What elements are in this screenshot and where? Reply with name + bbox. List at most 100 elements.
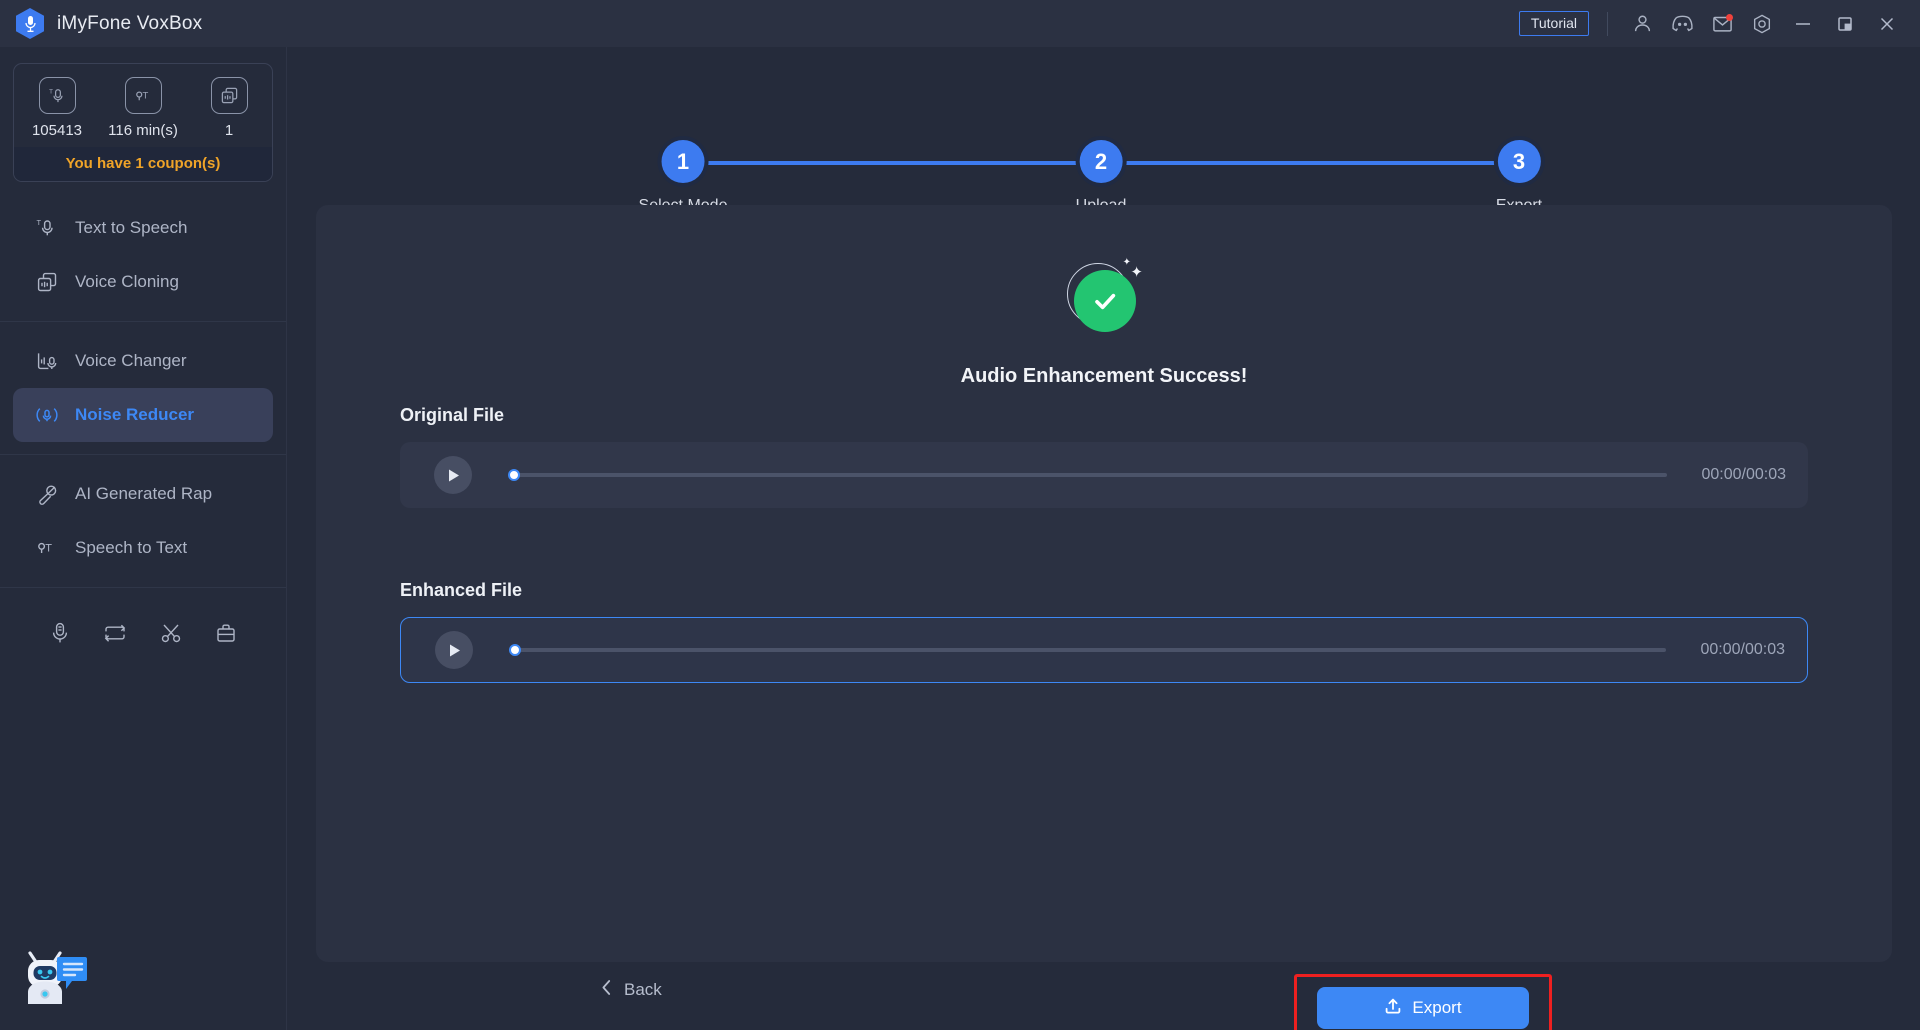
speech-to-text-icon: T bbox=[35, 536, 59, 560]
mail-icon[interactable] bbox=[1702, 4, 1742, 44]
text-to-speech-icon: T bbox=[38, 77, 76, 114]
coupon-banner[interactable]: You have 1 coupon(s) bbox=[14, 147, 272, 181]
sidebar-item-label: AI Generated Rap bbox=[75, 484, 213, 503]
file-label: Enhanced File bbox=[400, 580, 523, 600]
discord-icon[interactable] bbox=[1662, 4, 1702, 44]
voice-cloning-icon bbox=[210, 77, 248, 114]
credit-cell-clones: 1 bbox=[186, 77, 272, 139]
svg-text:T: T bbox=[142, 90, 148, 101]
success-check-icon: ✦ ✦ bbox=[1061, 257, 1147, 343]
step-connector-1-2 bbox=[682, 161, 1100, 165]
credit-value: 116 min(s) bbox=[108, 122, 178, 139]
step-number: 3 bbox=[1497, 140, 1541, 183]
sparkle-icon: ✦ bbox=[1130, 264, 1143, 281]
svg-text:T: T bbox=[48, 89, 52, 96]
enhanced-file-block: Enhanced File 00:00/00:03 bbox=[400, 580, 1808, 683]
export-button[interactable]: Export bbox=[1317, 987, 1529, 1029]
text-to-speech-icon: T bbox=[35, 216, 59, 240]
success-circle bbox=[1074, 270, 1136, 332]
content-panel: ✦ ✦ Audio Enhancement Success! Original … bbox=[316, 205, 1892, 962]
sidebar-item-voice-changer[interactable]: Voice Changer bbox=[13, 334, 273, 388]
sidebar-item-label: Text to Speech bbox=[75, 218, 188, 237]
close-icon[interactable] bbox=[1866, 3, 1908, 45]
time-display: 00:00/00:03 bbox=[1701, 466, 1786, 483]
play-icon[interactable] bbox=[435, 631, 473, 669]
back-label: Back bbox=[624, 980, 662, 999]
sidebar-divider bbox=[0, 321, 286, 322]
step-2[interactable]: 2 Upload bbox=[1076, 140, 1126, 215]
success-message: Audio Enhancement Success! bbox=[960, 365, 1248, 387]
sidebar-item-ai-generated-rap[interactable]: AI Generated Rap bbox=[13, 467, 273, 521]
back-button[interactable]: Back bbox=[601, 979, 662, 1001]
noise-reducer-icon bbox=[35, 403, 59, 427]
credit-value: 1 bbox=[224, 122, 234, 139]
sidebar-item-label: Speech to Text bbox=[75, 538, 188, 557]
time-display: 00:00/00:03 bbox=[1700, 641, 1785, 658]
step-number: 2 bbox=[1079, 140, 1123, 183]
step-1[interactable]: 1 Select Mode bbox=[639, 140, 727, 215]
step-connector-2-3 bbox=[1100, 161, 1518, 165]
enhanced-file-player: 00:00/00:03 bbox=[400, 617, 1808, 683]
microphone-hex-logo-icon bbox=[16, 8, 44, 39]
original-file-player: 00:00/00:03 bbox=[400, 442, 1808, 508]
titlebar-right-group: Tutorial bbox=[1518, 3, 1920, 45]
speech-to-text-icon: T bbox=[124, 77, 162, 114]
svg-text:T: T bbox=[45, 543, 52, 555]
sidebar-item-speech-to-text[interactable]: T Speech to Text bbox=[13, 521, 273, 575]
progress-slider[interactable] bbox=[509, 640, 1667, 660]
credit-box: T 105413 T 116 min(s) 1 You have 1 coupo… bbox=[13, 63, 273, 182]
step-3[interactable]: 3 Export bbox=[1496, 140, 1542, 215]
sidebar-nav: T Text to Speech Voice Cloning Voice Cha… bbox=[0, 201, 286, 648]
progress-thumb[interactable] bbox=[509, 644, 521, 656]
svg-text:T: T bbox=[37, 218, 42, 227]
restore-icon[interactable] bbox=[1824, 3, 1866, 45]
sidebar-divider bbox=[0, 587, 286, 588]
stepper: 1 Select Mode 2 Upload 3 Export bbox=[287, 47, 1920, 214]
titlebar-divider bbox=[1607, 11, 1608, 36]
sparkle-icon: ✦ bbox=[1122, 257, 1131, 268]
footer-bar: Back Export bbox=[287, 962, 1920, 1030]
progress-track bbox=[509, 648, 1667, 652]
credit-value: 105413 bbox=[31, 122, 83, 139]
file-label: Original File bbox=[400, 405, 505, 425]
sidebar-tool-row bbox=[0, 600, 286, 648]
sidebar-divider bbox=[0, 454, 286, 455]
step-number: 1 bbox=[661, 140, 705, 183]
app-window: iMyFone VoxBox Tutorial T 105413 T 116 m… bbox=[0, 0, 1920, 1030]
play-icon[interactable] bbox=[434, 456, 472, 494]
main-content: 1 Select Mode 2 Upload 3 Export bbox=[287, 47, 1920, 1030]
audio-cutter-icon[interactable] bbox=[156, 618, 186, 648]
sidebar-item-voice-cloning[interactable]: Voice Cloning bbox=[13, 255, 273, 309]
settings-gear-icon[interactable] bbox=[1742, 4, 1782, 44]
minimize-icon[interactable] bbox=[1782, 3, 1824, 45]
original-file-block: Original File 00:00/00:03 bbox=[400, 405, 1808, 508]
chatbot-icon[interactable] bbox=[14, 944, 90, 1020]
chevron-left-icon bbox=[601, 979, 612, 1001]
sidebar-item-label: Noise Reducer bbox=[75, 405, 195, 424]
sidebar-item-label: Voice Cloning bbox=[75, 272, 179, 291]
app-title: iMyFone VoxBox bbox=[57, 12, 203, 34]
voice-cloning-icon bbox=[35, 270, 59, 294]
app-logo-group: iMyFone VoxBox bbox=[0, 8, 202, 39]
progress-thumb[interactable] bbox=[508, 469, 520, 481]
progress-track bbox=[508, 473, 1668, 477]
sidebar-item-label: Voice Changer bbox=[75, 351, 187, 370]
sidebar-item-text-to-speech[interactable]: T Text to Speech bbox=[13, 201, 273, 255]
credit-cells: T 105413 T 116 min(s) 1 bbox=[14, 64, 272, 147]
tutorial-button[interactable]: Tutorial bbox=[1518, 10, 1589, 37]
sidebar-item-noise-reducer[interactable]: Noise Reducer bbox=[13, 388, 273, 442]
credit-cell-minutes: T 116 min(s) bbox=[100, 77, 186, 139]
success-block: ✦ ✦ Audio Enhancement Success! bbox=[316, 257, 1892, 388]
ai-rap-icon bbox=[35, 482, 59, 506]
audio-recorder-icon[interactable] bbox=[45, 618, 75, 648]
toolbox-icon[interactable] bbox=[211, 618, 241, 648]
voice-changer-icon bbox=[35, 349, 59, 373]
upload-icon bbox=[1384, 997, 1402, 1020]
mail-unread-badge bbox=[1726, 13, 1733, 21]
title-bar: iMyFone VoxBox Tutorial bbox=[0, 0, 1920, 47]
audio-converter-icon[interactable] bbox=[100, 618, 130, 648]
progress-slider[interactable] bbox=[508, 465, 1668, 485]
credit-cell-characters: T 105413 bbox=[14, 77, 100, 139]
sidebar: T 105413 T 116 min(s) 1 You have 1 coupo… bbox=[0, 47, 287, 1030]
account-icon[interactable] bbox=[1622, 4, 1662, 44]
